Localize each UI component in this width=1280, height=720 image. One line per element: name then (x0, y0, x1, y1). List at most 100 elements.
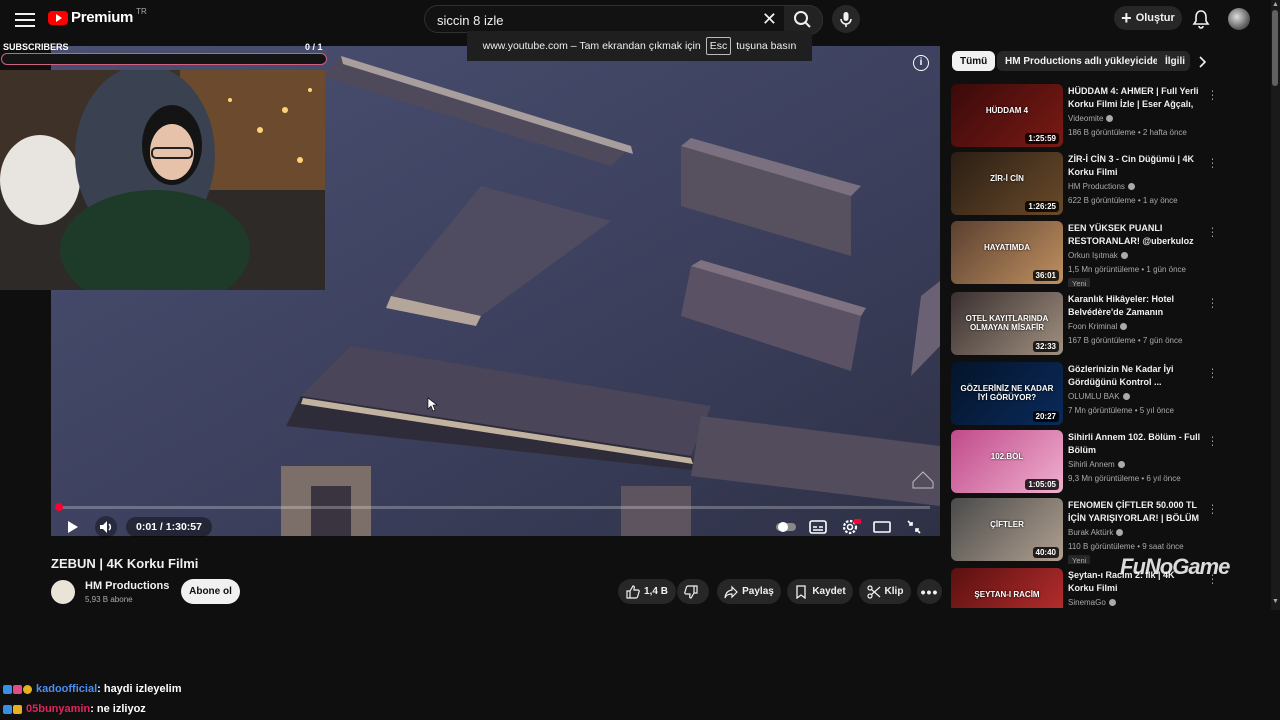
fullscreen-exit-toast: www.youtube.com – Tam ekrandan çıkmak iç… (467, 31, 812, 61)
video-thumbnail[interactable]: GÖZLERİNİZ NE KADAR İYİ GÖRÜYOR? 20:27 (951, 362, 1063, 425)
recommended-channel-name[interactable]: Orkun Işıtmak (1068, 251, 1128, 260)
video-title: ZEBUN | 4K Korku Filmi (51, 556, 199, 571)
more-options-icon[interactable]: ⋮ (1207, 434, 1213, 448)
voice-search-button[interactable] (832, 5, 860, 33)
settings-button[interactable] (839, 516, 861, 538)
recommended-video-title[interactable]: EEN YÜKSEK PUANLI RESTORANLAR! @uberkulo… (1068, 222, 1202, 248)
recommended-channel-name[interactable]: Sihirli Annem (1068, 460, 1125, 469)
recommended-video[interactable]: 102.BÖL 1:05:05 Sihirli Annem 102. Bölüm -… (951, 430, 1213, 496)
recommended-video-title[interactable]: ZİR-İ CİN 3 - Cin Düğümü | 4K Korku Film… (1068, 153, 1202, 179)
progress-scrubber[interactable] (55, 503, 63, 511)
chips-next-button[interactable] (1194, 54, 1210, 70)
subtitles-icon (809, 520, 827, 534)
esc-key: Esc (705, 37, 732, 55)
chat-message: kadoofficial : haydi izleyelim (3, 683, 182, 695)
theater-mode-icon (873, 521, 891, 533)
chip-from-uploader[interactable]: HM Productions adlı yükleyiciden (997, 51, 1173, 71)
recommended-video[interactable]: HÜDDAM 4 1:25:59 HÜDDAM 4: AHMER | Full Ye… (951, 84, 1213, 150)
recommended-video-title[interactable]: FENOMEN ÇİFTLER 50.000 TL İÇİN YARIŞIYOR… (1068, 499, 1202, 525)
theater-mode-button[interactable] (871, 516, 893, 538)
subscribers-goal-count: 0 / 1 (305, 42, 323, 52)
video-thumbnail[interactable]: ZİR-İ CİN 1:26:25 (951, 152, 1063, 215)
video-thumbnail[interactable]: ÇİFTLER 40:40 (951, 498, 1063, 561)
video-thumbnail[interactable]: HAYATIMDA 36:01 (951, 221, 1063, 284)
chat-message: 05bunyamin : ne izliyoz (3, 703, 146, 715)
chip-related[interactable]: İlgili (1157, 51, 1190, 71)
recommended-channel-name[interactable]: HM Productions (1068, 182, 1135, 191)
recommended-channel-name[interactable]: Burak Aktürk (1068, 528, 1124, 537)
channel-name-text: Videomite (1068, 114, 1104, 123)
clip-button[interactable]: Klip (859, 579, 911, 604)
like-button[interactable]: 1,4 B (618, 579, 676, 604)
recommended-channel-name[interactable]: SinemaGo (1068, 598, 1116, 607)
more-options-icon[interactable]: ⋮ (1207, 502, 1213, 516)
more-actions-button[interactable]: ••• (917, 579, 942, 604)
clip-label: Klip (884, 586, 904, 597)
video-thumbnail[interactable]: OTEL KAYITLARINDA OLMAYAN MİSAFİR 32:33 (951, 292, 1063, 355)
video-metadata: 9,3 Mn görüntüleme • 6 yıl önce (1068, 474, 1181, 483)
create-button[interactable]: + Oluştur (1114, 6, 1182, 30)
youtube-play-icon (48, 10, 68, 25)
more-options-icon[interactable]: ⋮ (1207, 225, 1213, 239)
video-duration: 1:05:05 (1025, 479, 1059, 490)
page-scrollbar[interactable] (1271, 0, 1280, 610)
account-avatar[interactable] (1228, 8, 1250, 30)
play-button[interactable] (61, 516, 83, 538)
video-thumbnail[interactable]: HÜDDAM 4 1:25:59 (951, 84, 1063, 147)
progress-bar[interactable] (58, 506, 930, 509)
region-code: TR (136, 7, 147, 16)
volume-button[interactable] (95, 516, 117, 538)
more-horizontal-icon: ••• (920, 583, 939, 600)
subtitles-button[interactable] (807, 516, 829, 538)
notifications-bell-icon[interactable] (1192, 9, 1210, 29)
video-thumbnail[interactable]: 102.BÖL 1:05:05 (951, 430, 1063, 493)
save-button[interactable]: Kaydet (787, 579, 853, 604)
chat-username[interactable]: 05bunyamin (26, 703, 90, 715)
recommended-video-title[interactable]: Sihirli Annem 102. Bölüm - Full Bölüm (1068, 431, 1202, 457)
menu-icon[interactable] (15, 10, 35, 30)
toast-text-after: tuşuna basın (736, 40, 797, 52)
channel-avatar[interactable] (51, 580, 75, 604)
scroll-down-arrow[interactable]: ▼ (1271, 598, 1280, 606)
subscribers-goal-bar (1, 53, 327, 65)
clear-search-icon[interactable]: ✕ (762, 10, 777, 28)
search-input[interactable] (435, 10, 759, 30)
more-options-icon[interactable]: ⋮ (1207, 366, 1213, 380)
recommended-channel-name[interactable]: Foon Kriminal (1068, 322, 1128, 331)
recommended-video-title[interactable]: HÜDDAM 4: AHMER | Full Yerli Korku Filmi… (1068, 85, 1202, 111)
recommended-channel-name[interactable]: Videomite (1068, 114, 1114, 123)
chat-username[interactable]: kadoofficial (36, 683, 97, 695)
recommended-video-title[interactable]: Gözlerinizin Ne Kadar İyi Gördüğünü Kont… (1068, 363, 1202, 389)
fullscreen-exit-button[interactable] (903, 516, 925, 538)
recommended-video[interactable]: OTEL KAYITLARINDA OLMAYAN MİSAFİR 32:33 Ka… (951, 292, 1213, 358)
share-button[interactable]: Paylaş (717, 579, 781, 604)
autoplay-toggle-icon (776, 522, 796, 532)
thumbnail-text: GÖZLERİNİZ NE KADAR İYİ GÖRÜYOR? (960, 384, 1054, 402)
logo-text: Premium (71, 9, 134, 26)
scroll-up-arrow[interactable]: ▲ (1271, 1, 1280, 9)
recommended-video[interactable]: HAYATIMDA 36:01 EEN YÜKSEK PUANLI RESTORAN… (951, 221, 1213, 287)
recommended-channel-name[interactable]: OLUMLU BAK (1068, 392, 1130, 401)
thumbnail-text: ŞEYTAN-I RACİM (974, 590, 1040, 599)
channel-name-text: HM Productions (1068, 182, 1125, 191)
recommended-video-title[interactable]: Karanlık Hikâyeler: Hotel Belvédère'de Z… (1068, 293, 1202, 319)
video-metadata: 1,5 Mn görüntüleme • 1 gün önce (1068, 265, 1186, 274)
recommended-video[interactable]: ZİR-İ CİN 1:26:25 ZİR-İ CİN 3 - Cin Düğümü… (951, 152, 1213, 218)
more-options-icon[interactable]: ⋮ (1207, 88, 1213, 102)
info-icon[interactable]: i (913, 55, 929, 71)
dislike-button[interactable] (677, 579, 709, 604)
youtube-premium-logo[interactable]: Premium TR (48, 7, 147, 26)
video-duration: 20:27 (1032, 411, 1059, 422)
subscribe-button[interactable]: Abone ol (181, 579, 240, 604)
video-metadata: 622 B görüntüleme • 1 ay önce (1068, 196, 1178, 205)
chip-all[interactable]: Tümü (952, 51, 996, 71)
video-thumbnail[interactable]: ŞEYTAN-I RACİM (951, 568, 1063, 608)
badge-icon (3, 684, 12, 694)
recommended-video[interactable]: GÖZLERİNİZ NE KADAR İYİ GÖRÜYOR? 20:27 Göz… (951, 362, 1213, 428)
volume-icon (100, 521, 112, 533)
scrollbar-thumb[interactable] (1272, 10, 1278, 86)
more-options-icon[interactable]: ⋮ (1207, 156, 1213, 170)
autoplay-toggle[interactable] (775, 516, 797, 538)
more-options-icon[interactable]: ⋮ (1207, 296, 1213, 310)
channel-name[interactable]: HM Productions (85, 580, 169, 592)
